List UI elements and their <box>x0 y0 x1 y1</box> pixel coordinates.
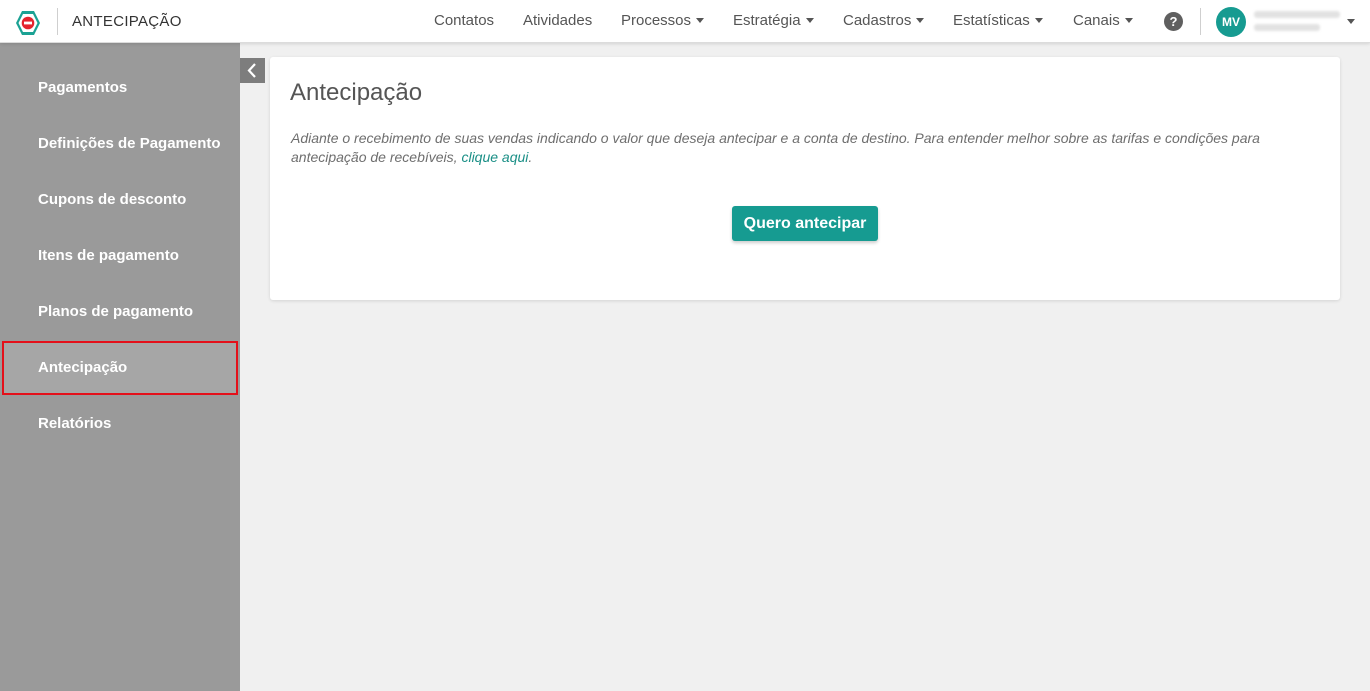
sidebar-collapse-button[interactable] <box>240 58 265 83</box>
nav-canais[interactable]: Canais <box>1073 12 1133 29</box>
quero-antecipar-button[interactable]: Quero antecipar <box>732 206 878 241</box>
nav-label: Contatos <box>434 12 495 29</box>
app-logo-icon[interactable] <box>14 9 42 37</box>
nav-contatos[interactable]: Contatos <box>434 12 494 29</box>
chevron-left-icon <box>247 63 256 78</box>
sidebar-item-itens-de-pagamento[interactable]: Itens de pagamento <box>38 247 179 264</box>
caret-down-icon <box>1034 17 1043 23</box>
sidebar-item-relatorios[interactable]: Relatórios <box>38 415 111 432</box>
nav-label: Estatísticas <box>953 12 1030 29</box>
description-text: Adiante o recebimento de suas vendas ind… <box>291 130 1260 165</box>
nav-label: Cadastros <box>843 12 912 29</box>
header-divider <box>57 8 58 35</box>
user-name-redacted[interactable] <box>1254 11 1340 18</box>
nav-processos[interactable]: Processos <box>621 12 705 29</box>
page-title: Antecipação <box>290 79 423 106</box>
avatar[interactable]: MV <box>1216 7 1246 37</box>
caret-down-icon <box>1124 17 1133 23</box>
anticipation-card: Antecipação Adiante o recebimento de sua… <box>270 57 1340 300</box>
description-end: . <box>528 149 533 165</box>
nav-estatisticas[interactable]: Estatísticas <box>953 12 1043 29</box>
page-description: Adiante o recebimento de suas vendas ind… <box>291 129 1301 167</box>
nav-label: Processos <box>621 12 692 29</box>
nav-label: Canais <box>1073 12 1120 29</box>
caret-down-icon <box>805 17 814 23</box>
caret-down-icon <box>916 17 925 23</box>
sidebar-item-definicoes-de-pagamento[interactable]: Definições de Pagamento <box>38 135 221 152</box>
nav-atividades[interactable]: Atividades <box>523 12 592 29</box>
nav-label: Estratégia <box>733 12 801 29</box>
learn-more-link[interactable]: clique aqui <box>461 149 528 165</box>
nav-estrategia[interactable]: Estratégia <box>733 12 814 29</box>
help-icon[interactable]: ? <box>1164 12 1183 31</box>
user-company-redacted[interactable] <box>1254 24 1320 31</box>
sidebar-item-planos-de-pagamento[interactable]: Planos de pagamento <box>38 303 193 320</box>
app-title: ANTECIPAÇÃO <box>72 13 182 30</box>
nav-label: Atividades <box>523 12 593 29</box>
header-divider <box>1200 8 1201 35</box>
top-bar: ANTECIPAÇÃO Contatos Atividades Processo… <box>0 0 1370 43</box>
nav-cadastros[interactable]: Cadastros <box>843 12 925 29</box>
sidebar-item-pagamentos[interactable]: Pagamentos <box>38 79 127 96</box>
caret-down-icon[interactable] <box>1347 19 1355 24</box>
caret-down-icon <box>696 17 705 23</box>
sidebar-item-cupons-de-desconto[interactable]: Cupons de desconto <box>38 191 186 208</box>
active-item-highlight-box <box>2 341 238 395</box>
